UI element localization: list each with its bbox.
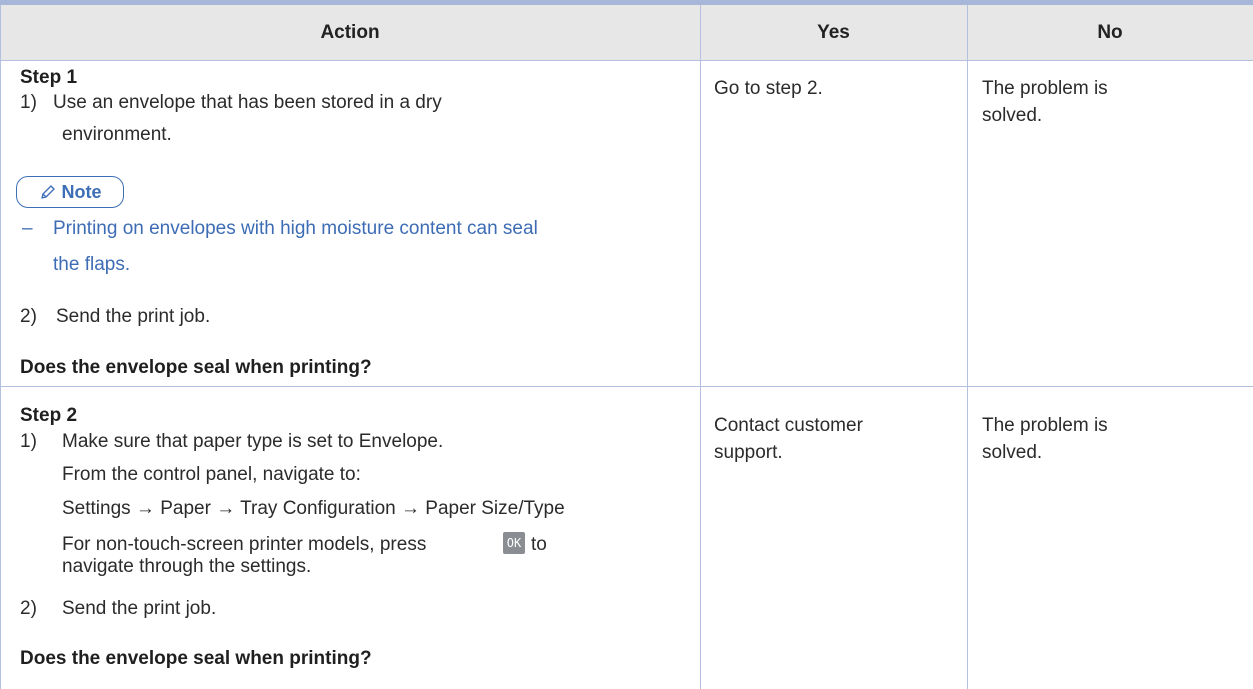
step-1-item-2-text: Send the print job. bbox=[56, 306, 211, 327]
header-no: No bbox=[1097, 22, 1123, 43]
step-2-no-line-1: The problem is bbox=[982, 415, 1108, 436]
step-1-item-1-number: 1) bbox=[20, 92, 37, 113]
ok-button-icon: OK bbox=[503, 532, 525, 554]
step-1-title: Step 1 bbox=[20, 67, 78, 88]
step-2-nontouch-to: to bbox=[531, 534, 547, 555]
step-1-yes-text: Go to step 2. bbox=[714, 78, 823, 99]
step-2-question: Does the envelope seal when printing? bbox=[20, 648, 372, 669]
note-label: Note bbox=[61, 181, 102, 202]
step-1-question: Does the envelope seal when printing? bbox=[20, 357, 372, 378]
step-2-title: Step 2 bbox=[20, 405, 78, 426]
header-yes: Yes bbox=[817, 22, 850, 43]
step-2-nontouch-text: For non-touch-screen printer models, pre… bbox=[62, 534, 427, 555]
column-divider-yes bbox=[700, 5, 701, 689]
step-2-item-1-number: 1) bbox=[20, 431, 37, 452]
header-bottom-rule bbox=[0, 60, 1253, 61]
header-action: Action bbox=[320, 22, 380, 43]
step-1-item-2-number: 2) bbox=[20, 306, 37, 327]
step-2-nontouch-line-2: navigate through the settings. bbox=[62, 556, 312, 577]
step-2-item-2-text: Send the print job. bbox=[62, 598, 217, 619]
step-2-nontouch-line-1: For non-touch-screen printer models, pre… bbox=[62, 534, 426, 556]
step-2-nav-intro: From the control panel, navigate to: bbox=[62, 464, 361, 485]
step-2-item-1-text: Make sure that paper type is set to Enve… bbox=[62, 431, 444, 452]
row-divider bbox=[0, 386, 1253, 387]
step-1-no-line-1: The problem is bbox=[982, 78, 1108, 99]
step-2-item-2-number: 2) bbox=[20, 598, 37, 619]
step-2-nav-path: Settings → Paper → Tray Configuration → … bbox=[62, 498, 565, 519]
step-1-no-line-2: solved. bbox=[982, 105, 1043, 126]
step-2-yes-line-1: Contact customer bbox=[714, 415, 863, 436]
step-1-item-1-line-2: environment. bbox=[62, 124, 172, 145]
step-2-no-line-2: solved. bbox=[982, 442, 1043, 463]
note-dash: – bbox=[22, 218, 33, 239]
pencil-icon bbox=[40, 184, 55, 199]
step-2-yes-line-2: support. bbox=[714, 442, 783, 463]
note-badge: Note bbox=[16, 176, 124, 208]
note-line-1: Printing on envelopes with high moisture… bbox=[53, 218, 538, 239]
column-divider-no bbox=[967, 5, 968, 689]
step-1-item-1-line-1: Use an envelope that has been stored in … bbox=[53, 92, 442, 113]
note-line-2: the flaps. bbox=[53, 254, 131, 275]
table-border-left bbox=[0, 5, 1, 689]
